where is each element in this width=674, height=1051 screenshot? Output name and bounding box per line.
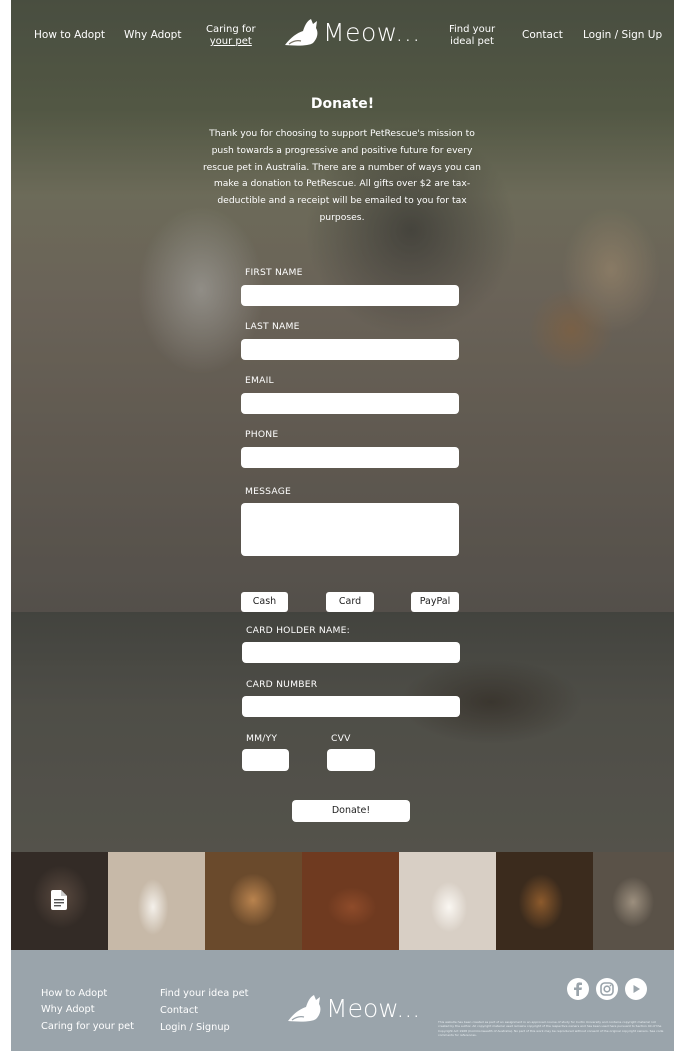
cvv-input[interactable] (327, 749, 375, 771)
footer-logo[interactable]: Meow... (286, 993, 420, 1023)
intro-text: Thank you for choosing to support PetRes… (203, 128, 481, 223)
cat-logo-icon (288, 995, 321, 1022)
footer-logo-text: Meow... (326, 993, 421, 1023)
nav-how-to-adopt[interactable]: How to Adopt (34, 29, 105, 41)
phone-input[interactable] (241, 447, 459, 468)
nav-caring-line2: your pet (209, 36, 252, 47)
nav-why-adopt[interactable]: Why Adopt (124, 29, 181, 41)
logo-text: Meow... (323, 17, 421, 47)
nav-find-line1: Find your (449, 24, 496, 35)
footer-link-find-pet[interactable]: Find your idea pet (160, 988, 249, 999)
page: How to Adopt Why Adopt Caring for your p… (11, 0, 674, 1051)
nav-find-your-ideal-pet[interactable]: Find your ideal pet (449, 24, 495, 48)
instagram-icon[interactable] (596, 978, 618, 1000)
youtube-icon[interactable] (625, 978, 647, 1000)
pet-photo-horse[interactable] (302, 852, 399, 950)
expiry-label: MM/YY (246, 733, 278, 744)
payment-card-button[interactable]: Card (326, 592, 374, 612)
message-label: MESSAGE (245, 486, 292, 497)
nav-login-signup[interactable]: Login / Sign Up (583, 29, 662, 41)
nav-contact[interactable]: Contact (522, 29, 563, 41)
phone-label: PHONE (245, 429, 279, 440)
nav-find-line2: ideal pet (450, 36, 494, 47)
pet-photo-kitten-white[interactable] (399, 852, 496, 950)
pet-photo-tabby-cat[interactable] (593, 852, 674, 950)
first-name-label: FIRST NAME (245, 267, 303, 278)
footer-link-how-to-adopt[interactable]: How to Adopt (41, 988, 107, 999)
email-label: EMAIL (245, 375, 274, 386)
card-number-label: CARD NUMBER (246, 679, 318, 690)
expiry-input[interactable] (242, 749, 289, 771)
top-nav: How to Adopt Why Adopt Caring for your p… (11, 0, 674, 72)
nav-caring-for-your-pet[interactable]: Caring for your pet (206, 24, 256, 48)
first-name-input[interactable] (241, 285, 459, 306)
pet-photo-german-shepherd[interactable] (496, 852, 593, 950)
page-title: Donate! (310, 96, 375, 112)
card-holder-label: CARD HOLDER NAME: (246, 625, 350, 636)
nav-caring-line1: Caring for (206, 24, 256, 35)
last-name-label: LAST NAME (245, 321, 300, 332)
cat-logo-icon (285, 19, 318, 46)
footer-link-login[interactable]: Login / Signup (160, 1022, 230, 1033)
message-textarea[interactable] (241, 503, 459, 556)
pet-photo-dog-dark[interactable] (11, 852, 108, 950)
last-name-input[interactable] (241, 339, 459, 360)
footer-link-caring[interactable]: Caring for your pet (41, 1021, 134, 1032)
card-number-input[interactable] (242, 696, 460, 717)
payment-paypal-button[interactable]: PayPal (411, 592, 459, 612)
footer: How to Adopt Why Adopt Caring for your p… (11, 950, 674, 1051)
email-input[interactable] (241, 393, 459, 414)
document-icon (51, 890, 67, 910)
pet-photo-dog-brown[interactable] (205, 852, 302, 950)
logo[interactable]: Meow... (283, 17, 421, 47)
donate-submit-button[interactable]: Donate! (292, 800, 410, 822)
payment-cash-button[interactable]: Cash (241, 592, 288, 612)
copyright-fine-print: This website has been created as part of… (438, 1020, 664, 1038)
footer-link-contact[interactable]: Contact (160, 1005, 198, 1016)
cvv-label: CVV (331, 733, 351, 744)
card-holder-input[interactable] (242, 642, 460, 663)
pet-photo-strip (11, 852, 674, 950)
pet-photo-cat-calico[interactable] (108, 852, 205, 950)
footer-link-why-adopt[interactable]: Why Adopt (41, 1004, 95, 1015)
facebook-icon[interactable] (567, 978, 589, 1000)
